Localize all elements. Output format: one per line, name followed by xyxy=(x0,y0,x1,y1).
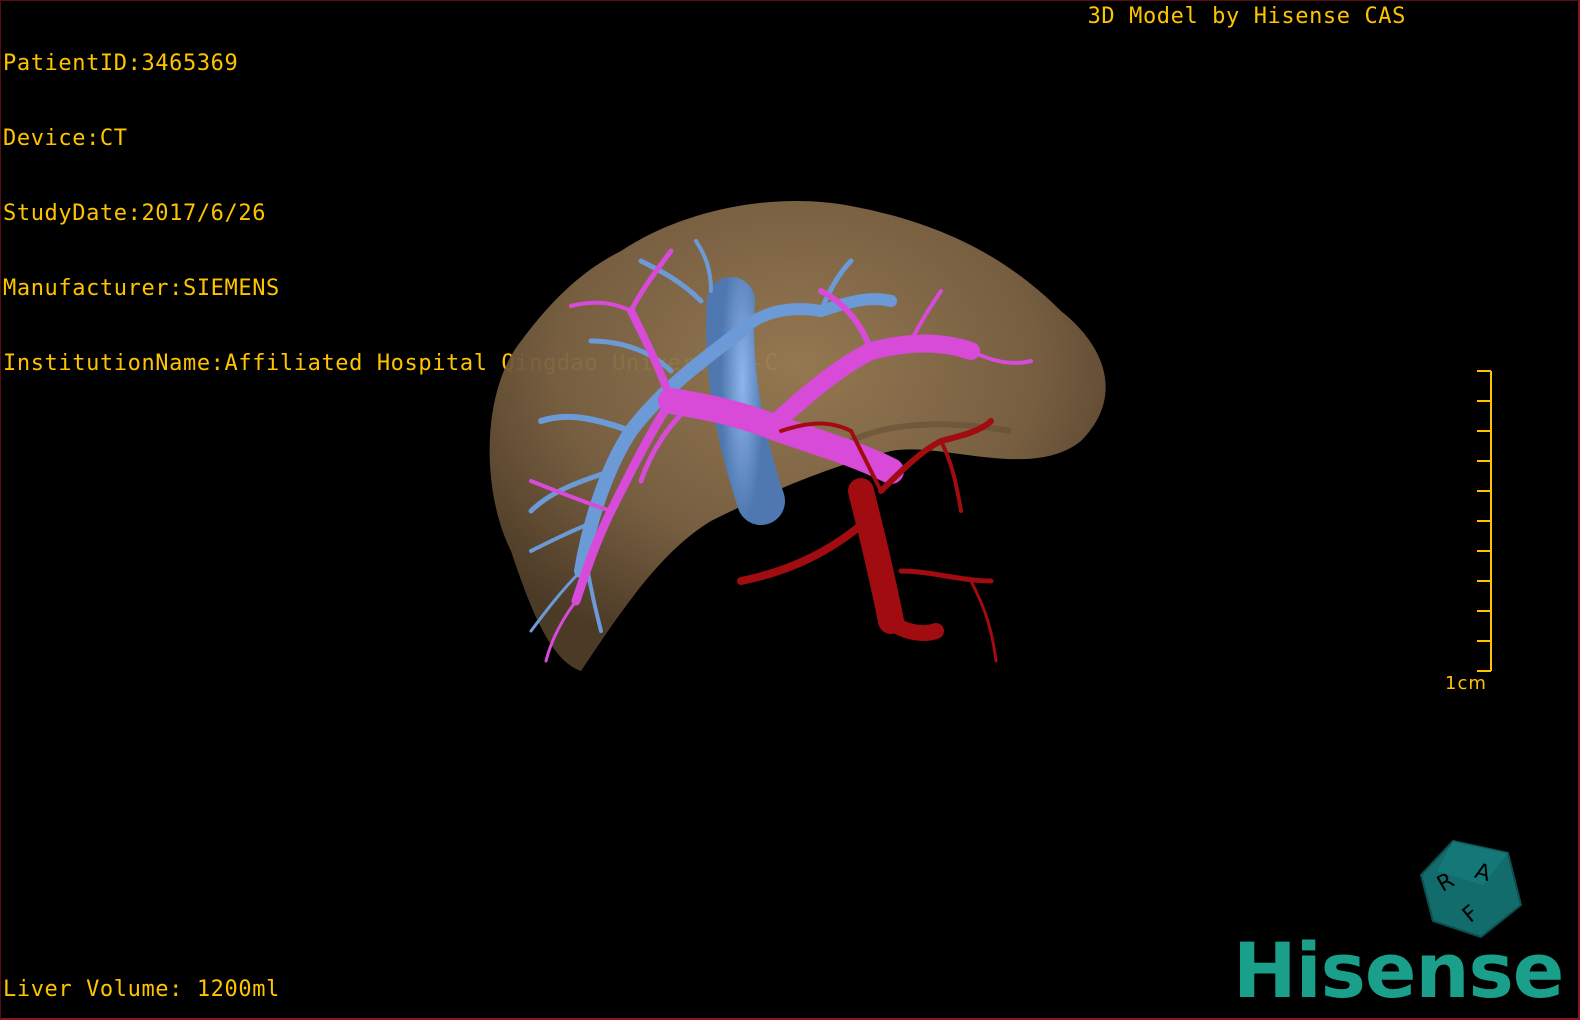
hisense-logo: Hisense xyxy=(1233,926,1564,1015)
patient-id-text: PatientID:3465369 xyxy=(3,51,239,76)
device-text: Device:CT xyxy=(3,126,128,151)
model-credit-text: 3D Model by Hisense CAS xyxy=(1087,4,1406,29)
render-viewport[interactable]: PatientID:3465369 Device:CT StudyDate:20… xyxy=(0,0,1580,1020)
liver-3d-model[interactable] xyxy=(471,191,1131,691)
liver-volume-text: Liver Volume: 1200ml xyxy=(3,977,280,1002)
scale-bar-label: 1cm xyxy=(1445,673,1487,694)
scale-bar xyxy=(1477,370,1492,672)
